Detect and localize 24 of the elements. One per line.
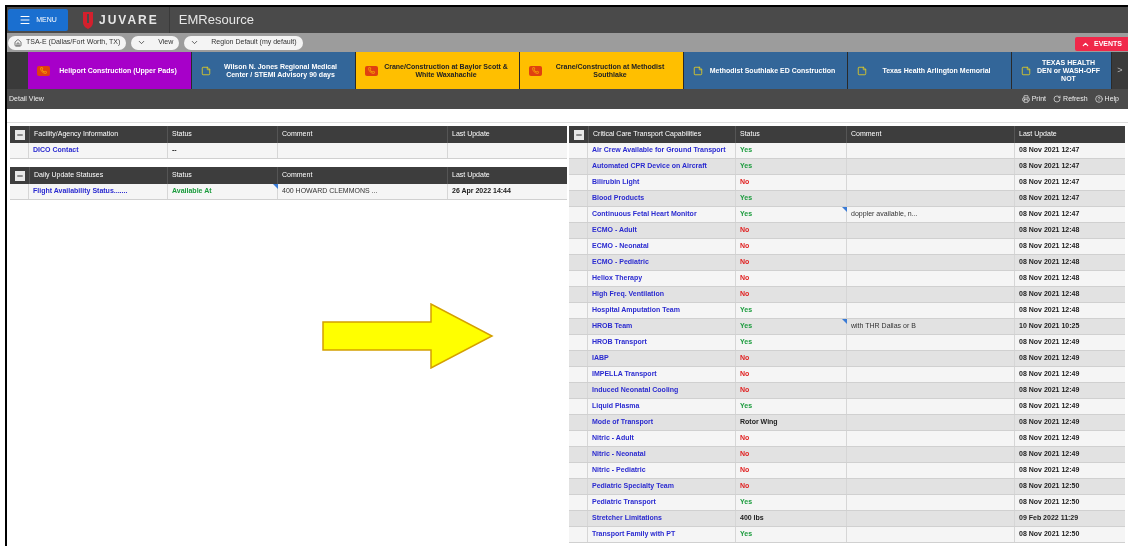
collapse-toggle[interactable] <box>573 129 584 140</box>
logo-icon <box>82 11 94 29</box>
menu-icon <box>19 14 32 26</box>
print-icon <box>1021 95 1030 103</box>
note-icon <box>857 65 867 76</box>
collapse-toggle[interactable] <box>14 170 25 181</box>
comment-marker-icon <box>842 319 847 324</box>
chevron-down-icon <box>190 38 200 47</box>
app-title: EMResource <box>178 11 254 30</box>
note-icon <box>201 65 211 76</box>
chevron-down-icon <box>137 38 147 47</box>
phone-icon <box>365 65 378 76</box>
refresh-icon <box>1053 95 1062 103</box>
collapse-toggle[interactable] <box>14 129 25 140</box>
comment-marker-icon <box>273 184 278 189</box>
phone-icon <box>529 65 542 76</box>
next-banner-button[interactable]: > <box>1112 52 1128 89</box>
note-icon <box>1021 65 1031 76</box>
help-icon <box>1094 95 1103 103</box>
note-icon <box>693 65 703 76</box>
brand-name: JUVARE <box>99 12 159 29</box>
comment-marker-icon <box>842 207 847 212</box>
phone-icon <box>37 65 50 76</box>
home-icon <box>14 38 22 47</box>
